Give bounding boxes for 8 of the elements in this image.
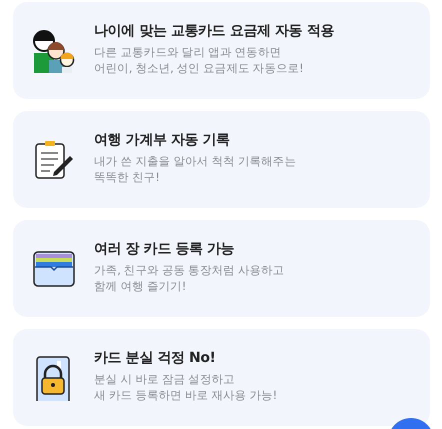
feature-title: 나이에 맞는 교통카드 요금제 자동 적용 <box>94 22 334 40</box>
feature-description: 가족, 친구와 공동 통장처럼 사용하고 함께 여행 즐기기! <box>94 262 284 294</box>
feature-title: 카드 분실 걱정 No! <box>94 348 217 366</box>
feature-description: 내가 쓴 지출을 알아서 척척 기록해주는 똑똑한 친구! <box>94 152 296 184</box>
feature-title: 여러 장 카드 등록 가능 <box>94 240 236 258</box>
feature-description: 분실 시 바로 잠금 설정하고 새 카드 등록하면 바로 재사용 가능! <box>94 370 277 402</box>
feature-description: 다른 교통카드와 달리 앱과 연동하면 어린이, 청소년, 성인 요금제도 자동으로! <box>94 44 304 76</box>
feature-title: 여행 가계부 자동 기록 <box>94 130 231 148</box>
